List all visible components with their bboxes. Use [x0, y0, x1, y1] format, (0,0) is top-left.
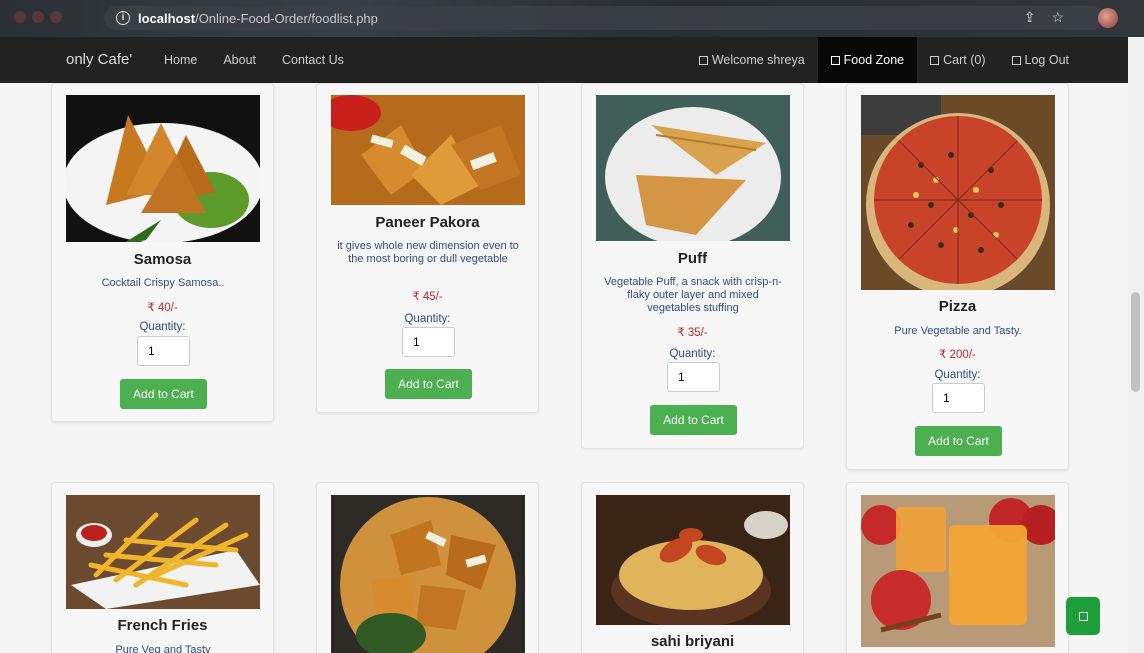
food-name: Puff — [677, 250, 708, 267]
food-price: ₹ 35/- — [677, 327, 708, 339]
food-image-samosa — [66, 95, 260, 242]
share-icon[interactable]: ⇪ — [1024, 9, 1036, 26]
bookmark-star-icon[interactable]: ☆ — [1051, 9, 1064, 26]
food-image-paneer-pakora — [331, 95, 525, 205]
floating-action-button[interactable] — [1066, 597, 1100, 635]
food-desc: Pure Veg and Tasty — [115, 644, 211, 653]
food-price: ₹ 40/- — [147, 302, 178, 314]
food-card-apple-juice — [846, 482, 1069, 653]
quantity-input[interactable] — [137, 336, 190, 366]
quantity-input[interactable] — [932, 383, 985, 413]
food-card-mixed-pakora — [316, 482, 539, 653]
food-image-sahi-briyani — [596, 495, 790, 625]
food-image-french-fries — [66, 495, 260, 609]
address-bar[interactable]: i localhost /Online-Food-Order/foodlist.… — [104, 6, 1104, 30]
food-name: sahi briyani — [650, 633, 735, 650]
nav-home[interactable]: Home — [164, 53, 197, 67]
nav-about[interactable]: About — [223, 53, 256, 67]
profile-avatar[interactable] — [1098, 8, 1118, 28]
food-desc: Vegetable Puff, a snack with crisp-n-fla… — [604, 276, 782, 314]
food-desc: Cocktail Crispy Samosa.. — [101, 277, 225, 289]
quantity-label: Quantity: — [404, 313, 451, 325]
food-desc: it gives whole new dimension even to the… — [337, 240, 519, 265]
food-card-french-fries: French Fries Pure Veg and Tasty — [51, 482, 274, 653]
food-image-puff — [596, 95, 790, 241]
food-card-puff: Puff Vegetable Puff, a snack with crisp-… — [581, 83, 804, 449]
url-path: /Online-Food-Order/foodlist.php — [195, 10, 378, 26]
add-to-cart-button[interactable]: Add to Cart — [385, 369, 472, 399]
add-to-cart-button[interactable]: Add to Cart — [650, 405, 737, 435]
food-card-pizza: Pizza Pure Vegetable and Tasty. ₹ 200/- … — [846, 83, 1069, 470]
browser-chrome: i localhost /Online-Food-Order/foodlist.… — [0, 0, 1144, 37]
food-image-pizza — [861, 95, 1055, 290]
page-scrollbar-thumb[interactable] — [1131, 292, 1140, 392]
logout-icon — [1011, 55, 1021, 65]
food-name: Samosa — [133, 251, 192, 268]
cart-icon — [930, 55, 940, 65]
food-card-sahi-briyani: sahi briyani — [581, 482, 804, 653]
nav-logout[interactable]: Log Out — [999, 37, 1082, 83]
food-zone-label: Food Zone — [843, 53, 905, 67]
nav-welcome[interactable]: Welcome shreya — [686, 37, 818, 83]
user-icon — [698, 55, 708, 65]
food-image-mixed-pakora — [331, 495, 525, 653]
food-card-samosa: Samosa Cocktail Crispy Samosa.. ₹ 40/- Q… — [51, 83, 274, 422]
nav-cart[interactable]: Cart (0) — [917, 37, 998, 83]
quantity-label: Quantity: — [669, 348, 716, 360]
navbar: only Cafe' Home About Contact Us Welcome… — [0, 37, 1128, 83]
food-name: French Fries — [117, 617, 208, 634]
quantity-input[interactable] — [402, 327, 455, 357]
welcome-label: Welcome shreya — [711, 53, 805, 67]
food-card-paneer-pakora: Paneer Pakora it gives whole new dimensi… — [316, 83, 539, 413]
nav-contact[interactable]: Contact Us — [282, 53, 344, 67]
food-name: Paneer Pakora — [375, 214, 480, 231]
nav-food-zone[interactable]: Food Zone — [817, 37, 918, 83]
food-price: ₹ 45/- — [412, 291, 443, 303]
quantity-label: Quantity: — [934, 369, 981, 381]
food-desc: Pure Vegetable and Tasty. — [894, 325, 1022, 337]
add-to-cart-button[interactable]: Add to Cart — [915, 426, 1002, 456]
food-price: ₹ 200/- — [939, 349, 976, 361]
url-host: localhost — [138, 10, 196, 26]
add-to-cart-button[interactable]: Add to Cart — [120, 379, 207, 409]
quantity-label: Quantity: — [139, 321, 186, 333]
window-controls[interactable] — [14, 11, 62, 23]
info-icon[interactable]: i — [116, 11, 130, 25]
food-name: Pizza — [938, 298, 977, 315]
food-image-apple-juice — [861, 495, 1055, 647]
square-icon — [1078, 611, 1088, 621]
food-icon — [830, 55, 840, 65]
quantity-input[interactable] — [667, 362, 720, 392]
logout-label: Log Out — [1024, 53, 1069, 67]
brand-link[interactable]: only Cafe' — [66, 51, 132, 68]
cart-label: Cart (0) — [943, 53, 986, 67]
